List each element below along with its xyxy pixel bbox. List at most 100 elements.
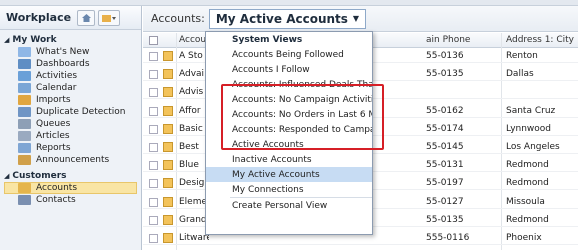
menu-item-my-active-accounts[interactable]: My Active Accounts (206, 167, 372, 182)
row-checkbox[interactable] (149, 52, 158, 61)
row-checkbox[interactable] (149, 124, 158, 134)
menu-item-responded-to-campaigns[interactable]: Accounts: Responded to Campaigns in Last… (206, 122, 372, 137)
row-checkbox[interactable] (149, 88, 158, 98)
account-record-icon (163, 105, 173, 116)
sidebar-item-imports[interactable]: Imports (0, 94, 141, 106)
sidebar-item-whats-new[interactable]: What's New (0, 46, 141, 58)
sidebar-item-label: Imports (36, 95, 71, 105)
row-checkbox[interactable] (149, 179, 158, 189)
cell-city: Santa Cruz (506, 105, 556, 116)
menu-item-my-connections[interactable]: My Connections (206, 182, 372, 197)
sidebar-item-label: What's New (36, 47, 90, 57)
sidebar-item-announcements[interactable]: Announcements (0, 154, 141, 166)
menu-item-active-accounts[interactable]: Active Accounts (206, 137, 372, 152)
announcements-icon (18, 155, 31, 165)
account-record-icon (163, 233, 173, 243)
cell-city: Redmond (506, 160, 549, 171)
activities-icon (18, 71, 31, 81)
sidebar-item-duplicate-detection[interactable]: Duplicate Detection (0, 106, 141, 118)
accounts-icon (18, 183, 31, 193)
articles-icon (18, 131, 31, 141)
section-label: Customers (12, 170, 67, 181)
menu-item-create-personal-view[interactable]: Create Personal View (206, 198, 372, 213)
cell-main-phone: 55-0135 (426, 214, 464, 225)
contacts-icon (18, 195, 31, 205)
cell-city: Missoula (506, 196, 545, 207)
sidebar-item-queues[interactable]: Queues (0, 118, 141, 130)
cell-main-phone: 55-0162 (426, 105, 464, 116)
cell-city: Dallas (506, 69, 534, 80)
cell-main-phone: 555-0116 (426, 233, 470, 243)
personalize-icon (102, 14, 117, 22)
cell-main-phone: 55-0174 (426, 123, 464, 134)
dashboards-icon (18, 59, 31, 69)
sidebar-item-label: Calendar (36, 83, 77, 93)
select-all-checkbox[interactable] (149, 36, 158, 45)
menu-item-no-campaign-activities[interactable]: Accounts: No Campaign Activities in Last… (206, 92, 372, 107)
account-record-icon (163, 142, 173, 152)
sidebar-item-label: Announcements (36, 155, 110, 165)
menu-item-no-orders[interactable]: Accounts: No Orders in Last 6 Months (206, 107, 372, 122)
column-header-phone[interactable]: ain Phone (426, 35, 470, 45)
sidebar-item-dashboards[interactable]: Dashboards (0, 58, 141, 70)
sidebar-item-label: Queues (36, 119, 71, 129)
home-icon (81, 13, 91, 22)
sidebar-item-label: Articles (36, 131, 70, 141)
collapse-triangle-icon: ◢ (4, 171, 10, 180)
whats-new-icon (18, 47, 31, 57)
section-label: My Work (12, 34, 57, 45)
column-header-name[interactable]: Accou (179, 35, 206, 45)
cell-city: Redmond (506, 214, 549, 225)
view-label: Accounts: (151, 12, 205, 25)
sidebar-item-activities[interactable]: Activities (0, 70, 141, 82)
sidebar-item-articles[interactable]: Articles (0, 130, 141, 142)
column-header-city[interactable]: Address 1: City (506, 35, 574, 45)
cell-main-phone: 55-0136 (426, 51, 464, 61)
personalize-button[interactable] (98, 9, 121, 26)
account-record-icon (163, 196, 173, 207)
reports-icon (18, 143, 31, 153)
sidebar-item-calendar[interactable]: Calendar (0, 82, 141, 94)
row-checkbox[interactable] (149, 106, 158, 116)
account-record-icon (163, 87, 173, 98)
cell-main-phone: 55-0145 (426, 142, 464, 152)
cell-main-phone: 55-0135 (426, 69, 464, 80)
sidebar-item-reports[interactable]: Reports (0, 142, 141, 154)
sidebar-item-label: Duplicate Detection (36, 107, 126, 117)
workplace-title: Workplace (6, 11, 72, 24)
calendar-icon (18, 83, 31, 93)
menu-item-accounts-i-follow[interactable]: Accounts I Follow (206, 62, 372, 77)
sidebar-item-label: Contacts (36, 195, 76, 205)
cell-city: Phoenix (506, 233, 542, 243)
row-checkbox[interactable] (149, 70, 158, 80)
sidebar-item-accounts[interactable]: Accounts (4, 182, 137, 194)
row-checkbox[interactable] (149, 143, 158, 152)
left-navigation: Workplace ◢ My Work What's New Dashboard… (0, 6, 142, 250)
cell-city: Redmond (506, 178, 549, 189)
home-button[interactable] (77, 9, 96, 26)
section-customers[interactable]: ◢ Customers (0, 169, 141, 182)
section-my-work[interactable]: ◢ My Work (0, 33, 141, 46)
sidebar-item-contacts[interactable]: Contacts (0, 194, 141, 206)
view-dropdown-menu: System Views Accounts Being Followed Acc… (205, 31, 373, 235)
system-views-heading: System Views (232, 34, 303, 45)
account-record-icon (163, 214, 173, 225)
row-checkbox[interactable] (149, 215, 158, 225)
sidebar-item-label: Reports (36, 143, 71, 153)
cell-city: Lynnwood (506, 123, 552, 134)
view-selector[interactable]: My Active Accounts ▼ (208, 8, 367, 29)
menu-item-influenced-deals[interactable]: Accounts: Influenced Deals That We Won (206, 77, 372, 92)
cell-main-phone: 55-0127 (426, 196, 464, 207)
chevron-down-icon: ▼ (352, 14, 360, 23)
menu-item-inactive-accounts[interactable]: Inactive Accounts (206, 152, 372, 167)
row-checkbox[interactable] (149, 197, 158, 207)
duplicate-detection-icon (18, 107, 31, 117)
view-bar: Accounts: My Active Accounts ▼ (143, 6, 578, 32)
menu-item-accounts-being-followed[interactable]: Accounts Being Followed (206, 47, 372, 62)
row-checkbox[interactable] (149, 234, 158, 243)
account-record-icon (163, 160, 173, 171)
account-record-icon (163, 51, 173, 61)
queues-icon (18, 119, 31, 129)
workplace-header: Workplace (0, 6, 141, 30)
row-checkbox[interactable] (149, 161, 158, 171)
